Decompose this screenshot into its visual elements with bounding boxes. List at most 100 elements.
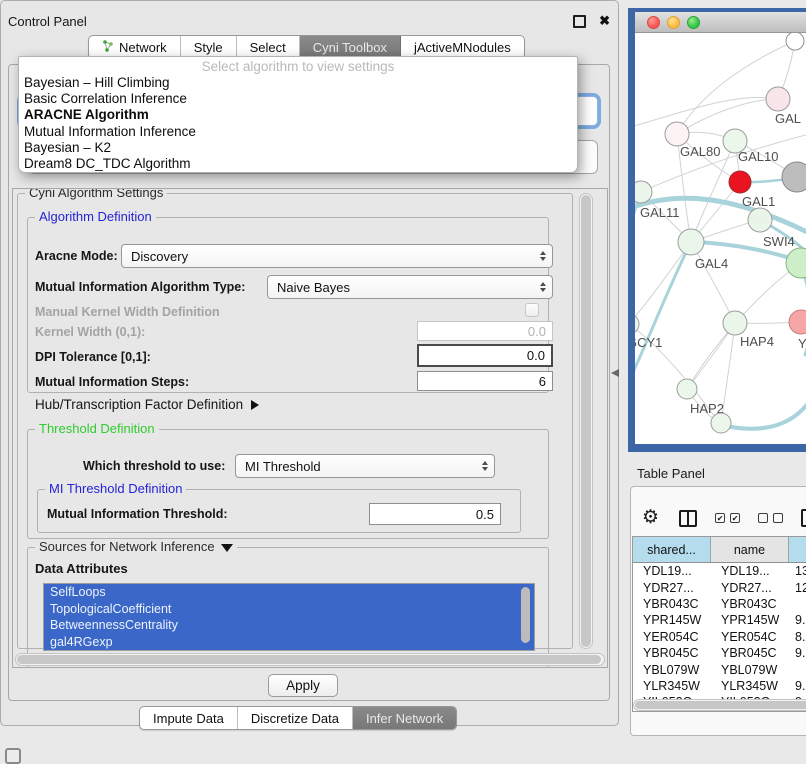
deselect-all-icon[interactable] — [758, 513, 783, 523]
dpi-tolerance-label: DPI Tolerance [0,1]: — [35, 350, 151, 364]
data-attributes-list[interactable]: SelfLoopsTopologicalCoefficientBetweenne… — [43, 583, 535, 651]
tab-label: Select — [250, 40, 286, 55]
node-gal[interactable] — [766, 87, 790, 111]
settings-vertical-scrollbar[interactable] — [579, 193, 593, 649]
aracne-mode-combo[interactable]: Discovery — [121, 244, 553, 268]
network-icon — [102, 40, 114, 55]
node-label: GAL10 — [738, 149, 778, 164]
column-header[interactable] — [789, 537, 806, 562]
document-icon[interactable] — [801, 509, 806, 527]
gear-icon[interactable]: ⚙ — [642, 508, 659, 528]
tab-network[interactable]: Network — [89, 36, 181, 58]
attribute-item[interactable]: TopologicalCoefficient — [44, 601, 534, 618]
table-row[interactable]: YBL079WYBL079W — [633, 661, 806, 677]
tab-cyni-toolbox[interactable]: Cyni Toolbox — [300, 36, 401, 58]
close-icon[interactable]: ✖ — [599, 16, 610, 26]
node-gal11[interactable] — [635, 181, 652, 203]
float-window-icon[interactable] — [573, 15, 586, 28]
tab-style[interactable]: Style — [181, 36, 237, 58]
node-y[interactable] — [789, 310, 806, 334]
node-label: GAL4 — [695, 256, 728, 271]
table-cell: YPR145W — [633, 613, 711, 627]
attribute-item[interactable]: BetweennessCentrality — [44, 617, 534, 634]
tab-jactivemnodules[interactable]: jActiveMNodules — [401, 36, 524, 58]
table-row[interactable]: YLR345WYLR345W9. — [633, 678, 806, 694]
tab-infer-network[interactable]: Infer Network — [353, 707, 456, 729]
algorithm-definition-title: Algorithm Definition — [35, 209, 156, 224]
mi-threshold-field[interactable]: 0.5 — [369, 503, 501, 525]
network-canvas[interactable]: GALGAL80GAL10GAL1GAL11SWI4GAL4GCY1HAP4YH… — [635, 33, 806, 444]
mi-steps-label: Mutual Information Steps: — [35, 375, 189, 389]
node-gal1[interactable] — [729, 171, 751, 193]
tab-impute-data[interactable]: Impute Data — [140, 707, 238, 729]
tab-label: Infer Network — [366, 711, 443, 726]
minimize-traffic-light-icon[interactable] — [667, 16, 680, 29]
table-cell: YDL19... — [711, 564, 789, 578]
table-toolbar: ⚙ ✔✔ — [642, 503, 806, 533]
attribute-item[interactable]: gal4RGexp — [44, 634, 534, 651]
settings-horizontal-scrollbar[interactable] — [15, 653, 605, 666]
dropdown-item[interactable]: Basic Correlation Inference — [19, 91, 577, 107]
table-row[interactable]: YBR045CYBR045C9. — [633, 645, 806, 661]
node[interactable] — [786, 33, 804, 50]
table-cell: 12 — [789, 581, 806, 595]
threshold-definition-title: Threshold Definition — [35, 421, 159, 436]
table-row[interactable]: YDR27...YDR27...12 — [633, 579, 806, 595]
table-cell: 8. — [789, 630, 806, 644]
node-swi4[interactable] — [748, 208, 772, 232]
mi-type-combo[interactable]: Naive Bayes — [267, 275, 553, 299]
columns-icon[interactable] — [679, 510, 697, 527]
tab-select[interactable]: Select — [237, 36, 300, 58]
dpi-tolerance-field[interactable]: 0.0 — [417, 344, 553, 367]
tab-discretize-data[interactable]: Discretize Data — [238, 707, 353, 729]
dropdown-item[interactable]: Dream8 DC_TDC Algorithm — [19, 156, 577, 172]
column-header[interactable]: name — [711, 537, 789, 562]
column-header[interactable]: shared... — [633, 537, 711, 562]
dropdown-item[interactable]: ARACNE Algorithm — [19, 107, 577, 123]
table-panel-title: Table Panel — [637, 466, 705, 481]
table-cell: YPR145W — [711, 613, 789, 627]
settings-scrollpane: Cyni Algorithm Settings Algorithm Defini… — [12, 188, 608, 668]
node[interactable] — [786, 248, 806, 278]
table-header: shared...name — [633, 537, 806, 563]
dpi-tolerance-value: 0.0 — [527, 348, 545, 363]
hub-expander[interactable]: Hub/Transcription Factor Definition — [35, 397, 259, 412]
table-cell: YLR345W — [633, 679, 711, 693]
table-cell: YBR043C — [711, 597, 789, 611]
aracne-mode-label: Aracne Mode: — [35, 249, 118, 263]
tab-label: jActiveMNodules — [414, 40, 511, 55]
node-hap4[interactable] — [723, 311, 747, 335]
attribute-item[interactable]: SelfLoops — [44, 584, 534, 601]
node-table: shared...name YDL19...YDL19...13YDR27...… — [632, 536, 806, 712]
table-row[interactable]: YDL19...YDL19...13 — [633, 563, 806, 579]
node-gal80[interactable] — [665, 122, 689, 146]
mi-threshold-definition-title: MI Threshold Definition — [45, 481, 186, 496]
table-row[interactable]: YBR043CYBR043C — [633, 596, 806, 612]
mi-type-value: Naive Bayes — [277, 280, 350, 295]
which-threshold-combo[interactable]: MI Threshold — [235, 454, 495, 478]
table-cell: YDR27... — [711, 581, 789, 595]
node-hap2[interactable] — [677, 379, 697, 399]
zoom-traffic-light-icon[interactable] — [687, 16, 700, 29]
kernel-width-field[interactable]: 0.0 — [417, 321, 553, 341]
table-row[interactable]: YPR145WYPR145W9. — [633, 612, 806, 628]
bottom-tabs: Impute DataDiscretize Data Infer Network — [139, 706, 457, 730]
node-gal4[interactable] — [678, 229, 704, 255]
table-row[interactable]: YER054CYER054C8. — [633, 629, 806, 645]
dropdown-item[interactable]: Bayesian – Hill Climbing — [19, 75, 577, 91]
table-cell: YBR043C — [633, 597, 711, 611]
dropdown-item[interactable]: Bayesian – K2 — [19, 140, 577, 156]
manual-kernel-checkbox[interactable] — [525, 303, 539, 317]
network-window-titlebar — [635, 12, 806, 33]
dropdown-item[interactable]: Mutual Information Inference — [19, 124, 577, 140]
apply-button[interactable]: Apply — [268, 674, 338, 697]
select-all-icon[interactable]: ✔✔ — [715, 513, 740, 523]
close-traffic-light-icon[interactable] — [647, 16, 660, 29]
table-horizontal-scrollbar[interactable] — [633, 699, 806, 711]
mi-threshold-label: Mutual Information Threshold: — [47, 507, 228, 521]
node[interactable] — [782, 162, 806, 192]
mi-steps-field[interactable]: 6 — [417, 371, 553, 391]
mi-steps-value: 6 — [539, 374, 546, 389]
list-scrollbar-thumb[interactable] — [521, 587, 530, 643]
node[interactable] — [711, 413, 731, 433]
